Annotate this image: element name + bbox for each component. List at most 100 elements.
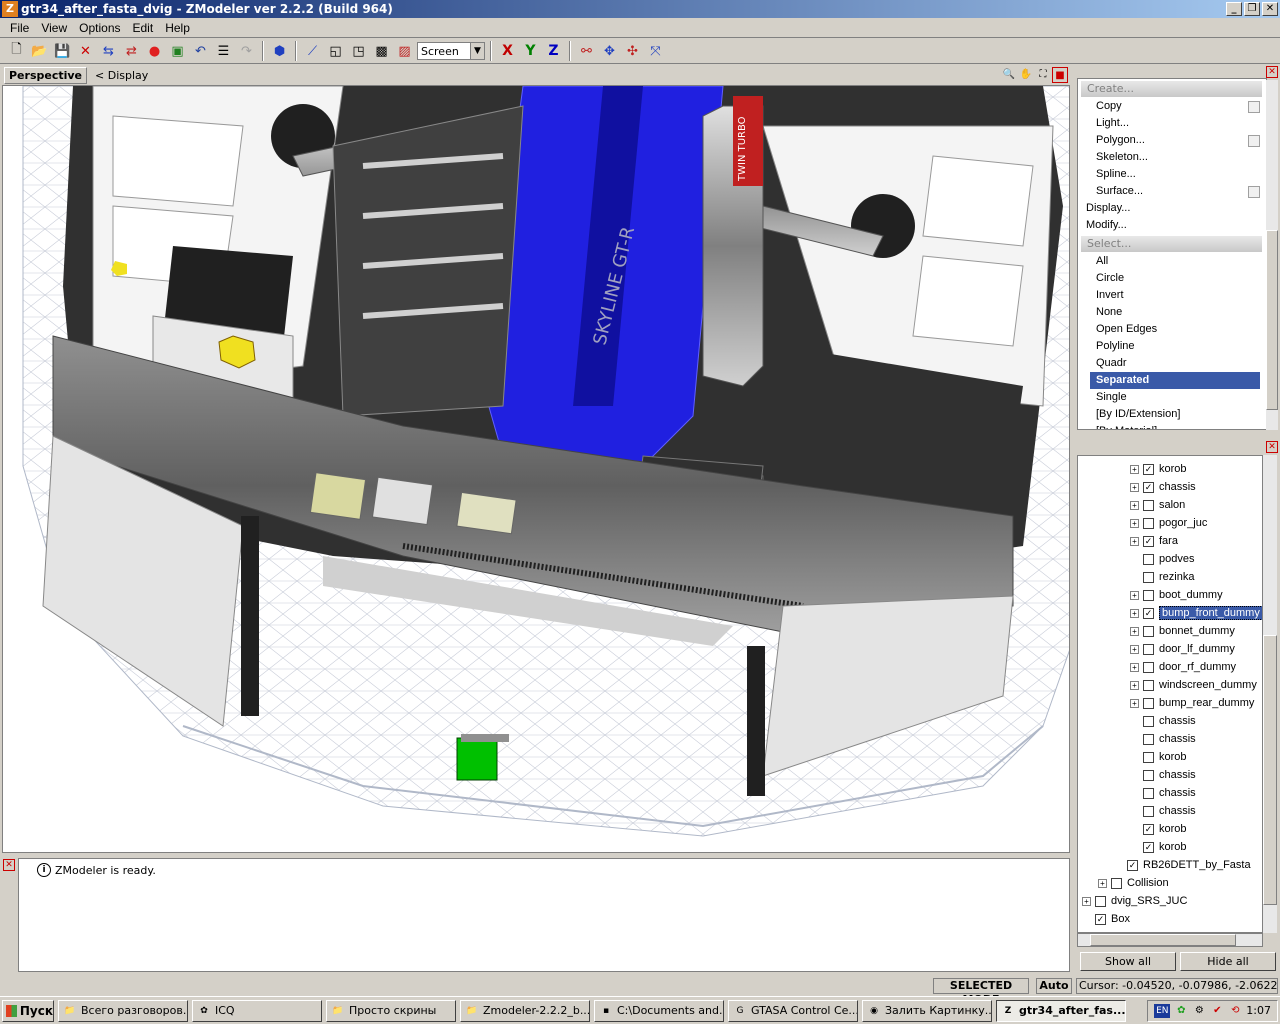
tree-node[interactable]: chassis: [1130, 712, 1196, 730]
move-icon[interactable]: ✥: [599, 41, 620, 62]
menu-edit[interactable]: Edit: [127, 21, 160, 35]
scrollbar-thumb[interactable]: [1090, 934, 1236, 946]
options-box-icon[interactable]: [1248, 135, 1260, 147]
scrollbar-thumb[interactable]: [1263, 635, 1277, 905]
tree-node[interactable]: chassis: [1130, 802, 1196, 820]
tree-vertical-scrollbar[interactable]: [1263, 455, 1277, 933]
menu-item-none[interactable]: None: [1078, 304, 1266, 321]
update-icon[interactable]: ⟲: [1228, 1004, 1242, 1018]
visibility-checkbox[interactable]: ✓: [1095, 913, 1106, 925]
open-file-icon[interactable]: 📂: [29, 41, 50, 62]
expand-plus-icon[interactable]: +: [1130, 500, 1139, 510]
snap-icon[interactable]: ⚯: [576, 41, 597, 62]
tree-node[interactable]: + dvig_SRS_JUC: [1082, 892, 1187, 910]
visibility-checkbox[interactable]: [1143, 553, 1154, 565]
taskbar-button[interactable]: 📁 Всего разговоров...: [58, 999, 188, 1022]
menu-item-display[interactable]: Display...: [1078, 200, 1266, 217]
visibility-checkbox[interactable]: [1111, 877, 1122, 889]
menu-item-polyline[interactable]: Polyline: [1078, 338, 1266, 355]
visibility-checkbox[interactable]: [1143, 805, 1154, 817]
delete-icon[interactable]: ✕: [75, 41, 96, 62]
tree-node[interactable]: + salon: [1130, 496, 1185, 514]
maximize-viewport-icon[interactable]: ⛶: [1035, 67, 1051, 83]
expand-plus-icon[interactable]: +: [1130, 536, 1139, 546]
viewport-display-menu[interactable]: < Display: [95, 69, 148, 82]
tree-node[interactable]: + boot_dummy: [1130, 586, 1223, 604]
visibility-checkbox[interactable]: ✓: [1143, 463, 1154, 475]
visibility-checkbox[interactable]: [1095, 895, 1106, 907]
menu-item-separated[interactable]: Separated: [1090, 372, 1260, 389]
tree-node[interactable]: ✓ Box: [1082, 910, 1130, 928]
menu-item-quadr[interactable]: Quadr: [1078, 355, 1266, 372]
options-box-icon[interactable]: [1248, 101, 1260, 113]
visibility-checkbox[interactable]: [1143, 571, 1154, 583]
network-icon[interactable]: ⚙: [1192, 1004, 1206, 1018]
visibility-checkbox[interactable]: [1143, 499, 1154, 511]
tree-node[interactable]: + ✓ bump_front_dummy: [1130, 604, 1262, 622]
menu-scrollbar[interactable]: [1266, 80, 1278, 430]
save-icon[interactable]: 💾: [52, 41, 73, 62]
visibility-checkbox[interactable]: [1143, 679, 1154, 691]
menu-item-skeleton[interactable]: Skeleton...: [1078, 149, 1266, 166]
visibility-checkbox[interactable]: [1143, 517, 1154, 529]
visibility-checkbox[interactable]: [1143, 769, 1154, 781]
menu-item-polygon[interactable]: Polygon...: [1078, 132, 1266, 149]
visibility-checkbox[interactable]: [1143, 697, 1154, 709]
auto-status[interactable]: Auto: [1036, 978, 1072, 994]
viewport-perspective-tab[interactable]: Perspective: [4, 66, 88, 84]
menu-item-modify[interactable]: Modify...: [1078, 217, 1266, 234]
expand-plus-icon[interactable]: +: [1130, 662, 1139, 672]
axis-y-button[interactable]: Y: [520, 43, 541, 59]
menu-view[interactable]: View: [35, 21, 73, 35]
visibility-checkbox[interactable]: ✓: [1127, 859, 1138, 871]
menu-file[interactable]: File: [4, 21, 35, 35]
rotate-icon[interactable]: ✣: [622, 41, 643, 62]
screenshot-icon[interactable]: ▣: [167, 41, 188, 62]
tree-node[interactable]: rezinka: [1130, 568, 1194, 586]
pan-hand-icon[interactable]: ✋: [1018, 67, 1034, 83]
visibility-checkbox[interactable]: [1143, 589, 1154, 601]
visibility-checkbox[interactable]: ✓: [1143, 607, 1154, 619]
taskbar-button[interactable]: ▪ C:\Documents and...: [594, 999, 724, 1022]
menu-item-circle[interactable]: Circle: [1078, 270, 1266, 287]
visibility-checkbox[interactable]: [1143, 787, 1154, 799]
start-button[interactable]: Пуск: [2, 999, 54, 1022]
tree-horizontal-scrollbar[interactable]: [1077, 933, 1263, 947]
tree-node[interactable]: ✓ korob: [1130, 820, 1187, 838]
new-file-icon[interactable]: 🗋: [6, 41, 27, 62]
tree-node[interactable]: chassis: [1130, 784, 1196, 802]
tree-node[interactable]: + door_lf_dummy: [1130, 640, 1235, 658]
visibility-checkbox[interactable]: ✓: [1143, 823, 1154, 835]
tree-node[interactable]: + windscreen_dummy: [1130, 676, 1257, 694]
expand-plus-icon[interactable]: +: [1130, 608, 1139, 618]
visibility-checkbox[interactable]: ✓: [1143, 535, 1154, 547]
tree-node[interactable]: ✓ RB26DETT_by_Fasta: [1114, 856, 1251, 874]
expand-plus-icon[interactable]: +: [1130, 482, 1139, 492]
export-icon[interactable]: ⇄: [121, 41, 142, 62]
properties-icon[interactable]: ☰: [213, 41, 234, 62]
expand-plus-icon[interactable]: +: [1082, 896, 1091, 906]
visibility-checkbox[interactable]: ✓: [1143, 841, 1154, 853]
taskbar-button[interactable]: 📁 Zmodeler-2.2.2_b...: [460, 999, 590, 1022]
tree-node[interactable]: korob: [1130, 748, 1187, 766]
expand-plus-icon[interactable]: +: [1130, 464, 1139, 474]
scrollbar-thumb[interactable]: [1266, 230, 1278, 410]
record-icon[interactable]: ●: [144, 41, 165, 62]
menu-options[interactable]: Options: [73, 21, 126, 35]
visibility-checkbox[interactable]: [1143, 625, 1154, 637]
tree-node[interactable]: + pogor_juc: [1130, 514, 1207, 532]
expand-plus-icon[interactable]: +: [1130, 590, 1139, 600]
tree-node[interactable]: ✓ korob: [1130, 838, 1187, 856]
face-mode-icon[interactable]: ◱: [325, 41, 346, 62]
visibility-checkbox[interactable]: [1143, 751, 1154, 763]
tree-node[interactable]: + bonnet_dummy: [1130, 622, 1235, 640]
menu-item-spline[interactable]: Spline...: [1078, 166, 1266, 183]
menu-item-by-material[interactable]: [By Material]: [1078, 423, 1266, 429]
tree-node[interactable]: podves: [1130, 550, 1194, 568]
tree-node[interactable]: + ✓ chassis: [1130, 478, 1196, 496]
visibility-checkbox[interactable]: [1143, 661, 1154, 673]
tree-node[interactable]: + ✓ korob: [1130, 460, 1187, 478]
scale-icon[interactable]: ⤧: [645, 41, 666, 62]
icq-tray-icon[interactable]: ✿: [1174, 1004, 1188, 1018]
selection-mode-status[interactable]: SELECTED MODE: [933, 978, 1029, 1006]
